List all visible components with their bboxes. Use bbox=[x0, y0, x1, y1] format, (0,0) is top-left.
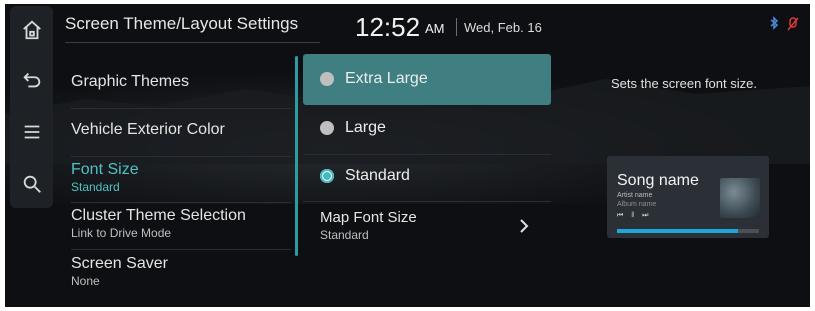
menu-item-value: None bbox=[71, 274, 100, 288]
clock-ampm: AM bbox=[425, 21, 445, 36]
map-font-size-value: Standard bbox=[320, 228, 369, 242]
chevron-right-icon bbox=[520, 219, 529, 233]
header-separator bbox=[456, 18, 457, 36]
menu-item-label: Cluster Theme Selection bbox=[71, 207, 246, 224]
menu-item-label: Graphic Themes bbox=[71, 73, 189, 90]
option-label: Extra Large bbox=[345, 70, 428, 87]
font-size-option-standard[interactable]: Standard bbox=[303, 151, 551, 202]
option-label: Large bbox=[345, 119, 386, 136]
menu-item-value: Link to Drive Mode bbox=[71, 226, 172, 240]
menu-icon bbox=[24, 125, 39, 139]
menu-item-value: Standard bbox=[71, 180, 120, 194]
back-icon bbox=[22, 72, 40, 88]
menu-item-label: Vehicle Exterior Color bbox=[71, 121, 225, 138]
menu-item-vehicle-exterior-color[interactable]: Vehicle Exterior Color bbox=[63, 108, 298, 156]
font-size-option-extra-large[interactable]: Extra Large bbox=[303, 54, 551, 105]
playback-controls: ⏮ ‖ ⏭ bbox=[617, 212, 652, 219]
radio-button-selected bbox=[320, 169, 334, 183]
back-button[interactable] bbox=[10, 58, 53, 102]
album-art bbox=[720, 178, 760, 218]
title-divider bbox=[65, 42, 320, 43]
progress-bar bbox=[617, 229, 759, 233]
search-icon bbox=[23, 175, 41, 193]
radio-button bbox=[320, 121, 334, 135]
bluetooth-icon bbox=[770, 16, 779, 30]
album-name: Album name bbox=[617, 201, 657, 208]
song-name: Song name bbox=[617, 172, 699, 189]
map-font-size-item[interactable]: Map Font Size Standard bbox=[303, 201, 551, 252]
setting-description: Sets the screen font size. bbox=[611, 76, 757, 91]
font-preview-card: Song name Artist name Album name ⏮ ‖ ⏭ bbox=[607, 156, 769, 238]
menu-button[interactable] bbox=[10, 110, 53, 154]
home-icon bbox=[22, 20, 41, 40]
menu-item-graphic-themes[interactable]: Graphic Themes bbox=[63, 60, 298, 108]
home-button[interactable] bbox=[10, 8, 53, 52]
menu-item-cluster-theme-selection[interactable]: Cluster Theme Selection Link to Drive Mo… bbox=[63, 202, 298, 250]
clock-date: Wed, Feb. 16 bbox=[464, 20, 542, 35]
page-title: Screen Theme/Layout Settings bbox=[65, 14, 299, 33]
search-button[interactable] bbox=[10, 162, 53, 206]
progress-fill bbox=[617, 229, 738, 233]
artist-name: Artist name bbox=[617, 192, 653, 199]
menu-item-font-size[interactable]: Font Size Standard bbox=[63, 156, 298, 204]
menu-scrollbar[interactable] bbox=[295, 56, 298, 256]
menu-item-label: Font Size bbox=[71, 161, 139, 178]
radio-button bbox=[320, 72, 334, 86]
font-size-option-large[interactable]: Large bbox=[303, 103, 551, 154]
option-label: Standard bbox=[345, 167, 410, 184]
screen: Screen Theme/Layout Settings 12:52 AM We… bbox=[5, 4, 810, 307]
map-font-size-label: Map Font Size bbox=[320, 209, 417, 226]
side-rail bbox=[10, 6, 53, 208]
menu-item-label: Screen Saver bbox=[71, 255, 168, 272]
menu-item-screen-saver[interactable]: Screen Saver None bbox=[63, 249, 298, 297]
mic-off-icon bbox=[787, 17, 799, 31]
clock-time: 12:52 bbox=[355, 12, 421, 42]
